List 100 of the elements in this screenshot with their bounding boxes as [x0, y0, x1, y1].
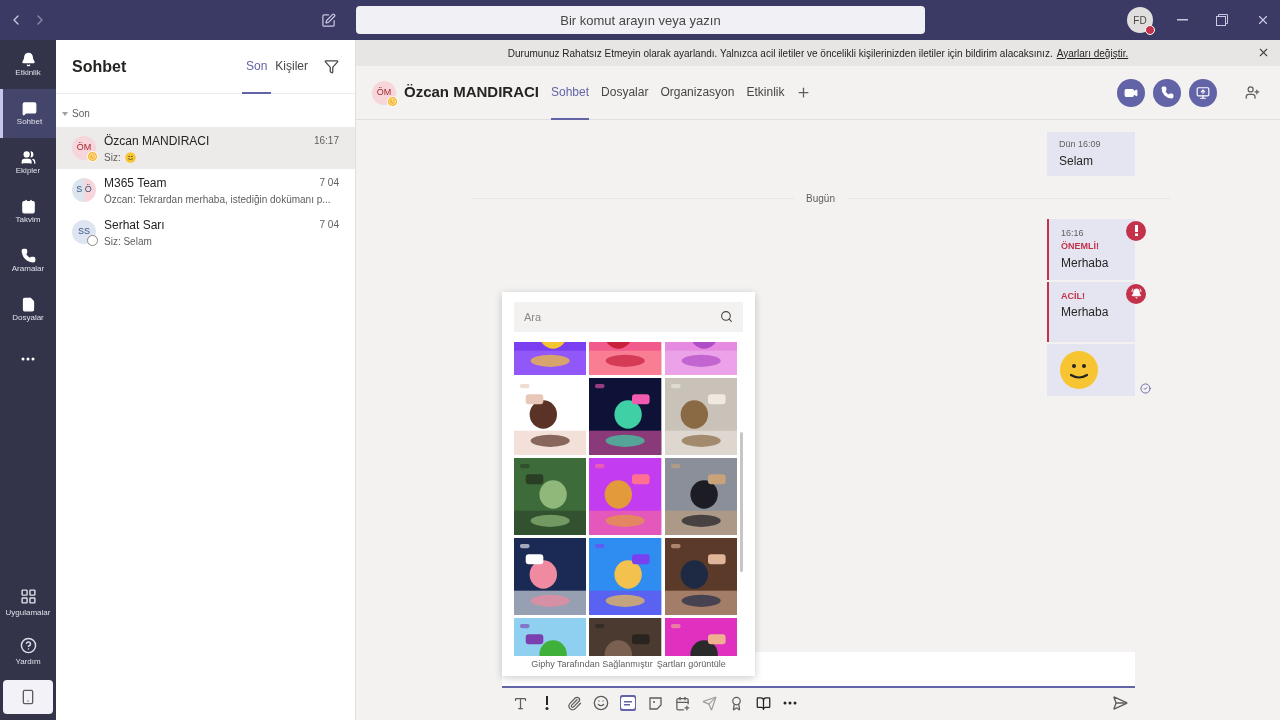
rail-label: Sohbet [16, 118, 43, 126]
filter-icon[interactable] [324, 59, 339, 74]
giphy-credit: Giphy Tarafından Sağlanmıştır [531, 658, 653, 671]
share-screen-button[interactable] [1189, 78, 1217, 107]
rail-label: Aramalar [11, 265, 45, 273]
rail-label: Ekipler [15, 167, 41, 175]
command-search-field[interactable]: Bir komut arayın veya yazın [356, 6, 925, 34]
chat-list-item[interactable]: SS Serhat Sarı 7 04 Siz: Selam [56, 211, 355, 253]
message-time: 16:16 [1061, 226, 1085, 240]
paper-plane-icon [701, 695, 717, 711]
rail-item[interactable]: Sohbet [0, 89, 56, 138]
help-icon [19, 637, 37, 654]
chat-time: 7 04 [319, 218, 339, 232]
smiley-button[interactable] [593, 695, 609, 711]
calendar-icon [20, 199, 36, 214]
chat-time: 16:17 [313, 134, 339, 148]
book-button[interactable] [755, 695, 771, 711]
conversation-title: Özcan MANDIRACI [404, 82, 539, 103]
rail-item[interactable]: Aramalar [0, 236, 56, 285]
rail-label: Uygulamalar [5, 609, 51, 617]
message-preview: Siz: [104, 150, 121, 165]
contact-name: M365 Team [104, 174, 167, 192]
more-icon [21, 356, 35, 361]
message-text: Selam [1059, 152, 1094, 170]
contact-name: Serhat Sarı [104, 216, 165, 234]
message-time: Dün 16:09 [1059, 138, 1102, 151]
rail-item[interactable]: Yardım [0, 627, 56, 676]
rail-label: Yardım [15, 658, 41, 666]
rail-label: Dosyalar [12, 314, 44, 322]
book-icon [755, 695, 771, 711]
send-icon[interactable] [1112, 695, 1128, 711]
search-icon[interactable] [720, 310, 733, 323]
gif-button[interactable] [620, 695, 636, 711]
terms-link[interactable]: Şartları görüntüle [656, 658, 726, 672]
restore-icon[interactable] [1216, 14, 1228, 26]
rail-item[interactable]: Dosyalar [0, 285, 56, 334]
screen-share-icon [1196, 85, 1210, 100]
scrollbar[interactable] [740, 432, 743, 572]
exclamation-icon [545, 696, 549, 710]
avatar-initials: SS [78, 225, 90, 239]
phone-device-icon [20, 689, 36, 705]
conversation-tab[interactable]: Organizasyon [660, 65, 735, 120]
conversation-tab[interactable]: Dosyalar [601, 65, 649, 120]
list-tab[interactable]: Son [241, 39, 272, 94]
paperclip-icon [566, 695, 582, 711]
video-call-button[interactable] [1117, 78, 1145, 107]
calendar-plus-icon [674, 695, 690, 711]
smiley-icon [593, 695, 609, 711]
gif-icon [621, 697, 635, 709]
smiley-icon [1059, 349, 1099, 390]
sticker-button[interactable] [647, 695, 663, 711]
close-icon[interactable] [1256, 13, 1270, 27]
conversation-tab[interactable]: Etkinlik [746, 65, 785, 120]
rail-label: Etkinlik [15, 69, 41, 77]
priority-label: ACİL! [1061, 289, 1086, 303]
compose-icon[interactable] [321, 12, 336, 28]
people-icon [20, 150, 36, 165]
rail-item[interactable]: Ekipler [0, 138, 56, 187]
list-tab[interactable]: Kişiler [271, 39, 312, 94]
avatar-initials: ÖM [76, 141, 92, 155]
phone-icon [1160, 86, 1174, 99]
phone-icon [20, 248, 36, 263]
apps-icon [19, 588, 37, 605]
rail-item[interactable]: Etkinlik [0, 40, 56, 89]
calendar-plus-button[interactable] [674, 695, 690, 711]
contact-name: Özcan MANDIRACI [104, 132, 210, 150]
rail-item[interactable]: Uygulamalar [0, 578, 56, 627]
chat-list-item[interactable]: S Ö M365 Team 7 04 Özcan: Tekrardan merhaba, istediğin dokümanı p... [56, 169, 355, 211]
chat-time: 7 04 [319, 176, 339, 190]
user-avatar[interactable]: FD [1127, 7, 1153, 33]
chat-icon [22, 101, 37, 116]
message-preview: Siz: Selam [104, 234, 152, 249]
sticker-icon [647, 695, 663, 711]
more-icon [783, 701, 797, 705]
audio-call-button[interactable] [1153, 78, 1181, 107]
rail-label: Takvim [15, 216, 41, 224]
caret-icon[interactable] [62, 111, 68, 116]
rail-item[interactable]: Takvim [0, 187, 56, 236]
conversation-tab[interactable]: Sohbet [551, 65, 590, 120]
gif-search-field[interactable]: Ara [514, 302, 743, 332]
format-button[interactable] [512, 695, 528, 711]
date-divider: Bugün [806, 191, 835, 206]
banner-text: Durumunuz Rahatsız Etmeyin olarak ayarlandı. Yalnızca acil iletiler ve öncelikli kişilerinizden iletiler için bildirim alacaksınız. [507, 46, 1053, 61]
message-preview: Özcan: Tekrardan merhaba, istediğin dokümanı p... [104, 192, 331, 207]
message-text: Merhaba [1061, 304, 1110, 321]
bell-icon [20, 52, 36, 67]
section-header: Son [72, 107, 90, 121]
priority-label: ÖNEMLİ! [1061, 240, 1100, 253]
add-people-icon[interactable] [1245, 85, 1260, 100]
message-text: Merhaba [1061, 254, 1110, 272]
panel-title: Sohbet [72, 56, 127, 77]
chat-list-item[interactable]: ÖM Özcan MANDIRACI 16:17 Siz: [56, 127, 355, 169]
change-settings-link[interactable]: Ayarları değiştir. [1056, 45, 1129, 61]
paperclip-button[interactable] [566, 695, 582, 711]
close-icon[interactable] [1257, 46, 1270, 59]
mobile-button[interactable] [3, 680, 53, 714]
avatar-initials: FD [1133, 13, 1147, 28]
avatar-initials: S Ö [76, 183, 92, 197]
format-icon [512, 695, 528, 711]
add-tab-icon[interactable] [796, 85, 812, 100]
